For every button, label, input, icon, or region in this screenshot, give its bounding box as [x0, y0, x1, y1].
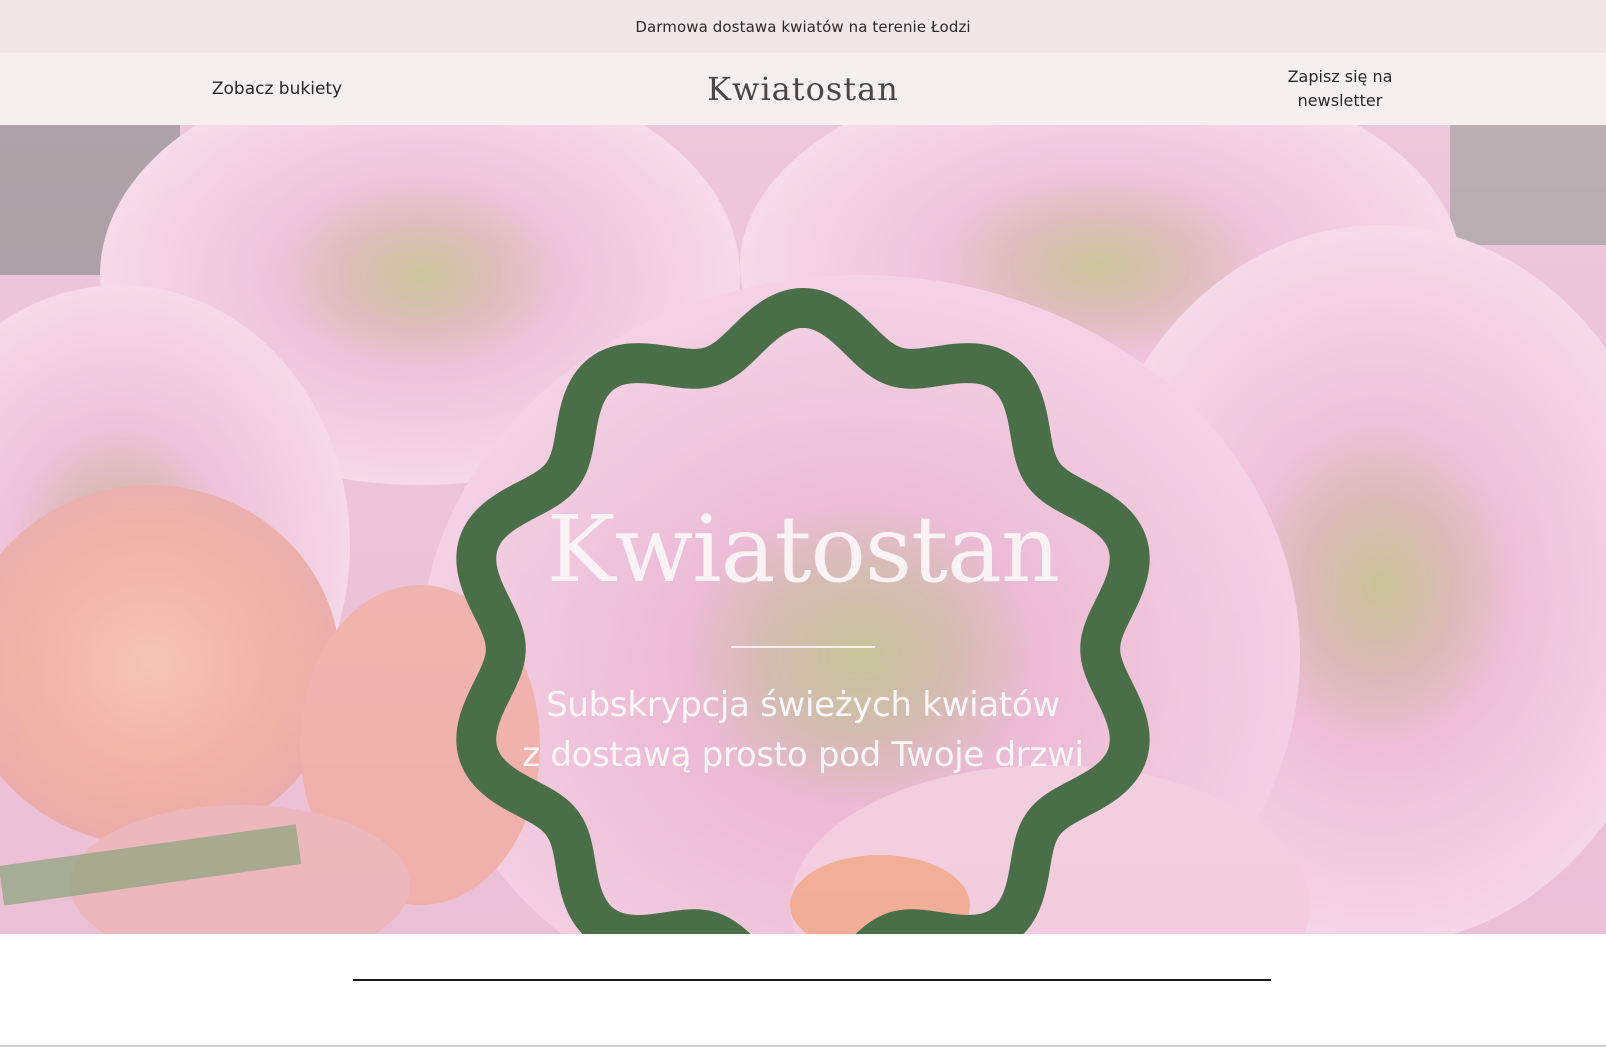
hero-banner: Kwiatostan Subskrypcja świeżych kwiatów …: [0, 125, 1606, 934]
wavy-ring: [456, 287, 1150, 934]
section-divider: [353, 979, 1271, 981]
site-header: Zobacz bukiety Kwiatostan Zapisz się na …: [0, 53, 1606, 125]
nav-see-bouquets-link[interactable]: Zobacz bukiety: [190, 53, 364, 125]
announcement-text: Darmowa dostawa kwiatów na terenie Łodzi: [635, 17, 971, 36]
hero-title: Kwiatostan: [546, 496, 1060, 603]
hero-subtitle-line-1: Subskrypcja świeżych kwiatów: [546, 685, 1060, 725]
hero-subtitle-line-2: z dostawą prosto pod Twoje drzwi: [522, 735, 1084, 775]
hero-subtitle: Subskrypcja świeżych kwiatów z dostawą p…: [470, 680, 1136, 780]
nav-newsletter-link[interactable]: Zapisz się na newsletter: [1264, 53, 1416, 125]
site-logo[interactable]: Kwiatostan: [640, 53, 966, 125]
announcement-bar: Darmowa dostawa kwiatów na terenie Łodzi: [0, 0, 1606, 53]
hero-divider: [731, 646, 875, 648]
